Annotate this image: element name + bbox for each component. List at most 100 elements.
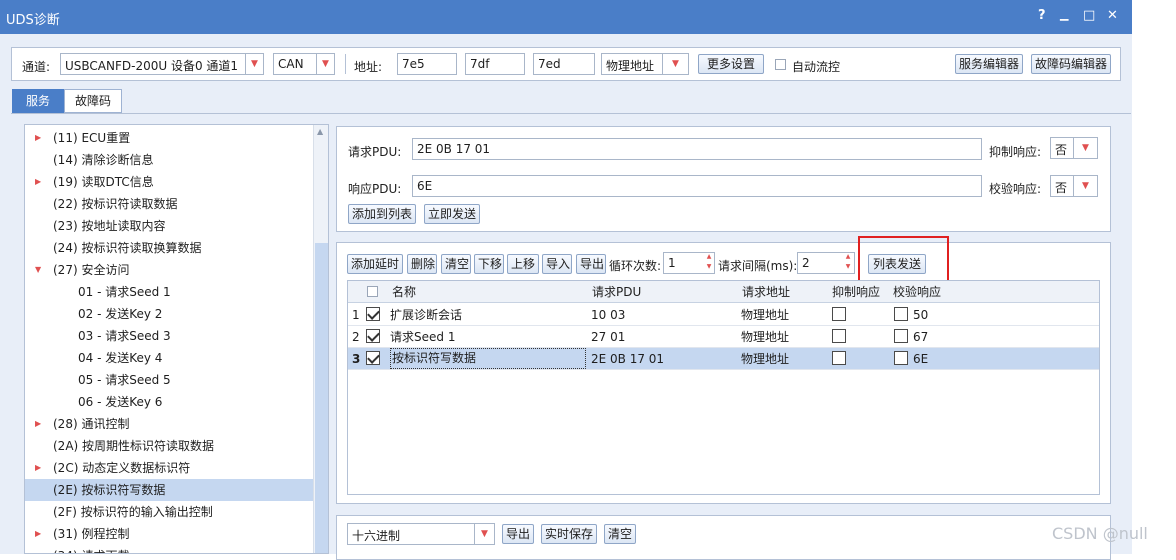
close-icon[interactable]: ✕ — [1107, 8, 1118, 23]
tree-item[interactable]: (2A) 按周期性标识符读取数据 — [25, 435, 315, 457]
delete-button[interactable]: 删除 — [407, 254, 437, 274]
row-suppress-checkbox[interactable] — [832, 307, 846, 321]
tree-item[interactable]: (14) 清除诊断信息 — [25, 149, 315, 171]
channel-select[interactable]: USBCANFD-200U 设备0 通道1 — [60, 53, 246, 75]
column-header-suppress[interactable]: 抑制响应 — [832, 281, 880, 303]
column-header-verify[interactable]: 校验响应 — [893, 281, 941, 303]
row-address[interactable]: 物理地址 — [741, 304, 789, 326]
chevron-down-icon[interactable]: ▼ — [246, 53, 264, 75]
tab-dtc[interactable]: 故障码 — [64, 89, 122, 113]
address-type-select[interactable]: 物理地址 — [601, 53, 663, 75]
tree-item[interactable]: (2E) 按标识符写数据 — [25, 479, 315, 501]
maximize-icon[interactable]: □ — [1083, 8, 1095, 23]
row-pdu[interactable]: 27 01 — [591, 326, 625, 348]
request-pdu-input[interactable]: 2E 0B 17 01 — [412, 138, 982, 160]
import-button[interactable]: 导入 — [542, 254, 572, 274]
suppress-response-select[interactable]: 否 — [1050, 137, 1074, 159]
auto-flow-checkbox[interactable] — [775, 59, 786, 70]
chevron-down-icon[interactable]: ▼ — [1074, 137, 1098, 159]
collapsed-arrow-icon[interactable]: ▶ — [35, 523, 41, 545]
export-button[interactable]: 导出 — [576, 254, 606, 274]
send-now-button[interactable]: 立即发送 — [424, 204, 480, 224]
row-suppress-checkbox[interactable] — [832, 329, 846, 343]
row-verify-checkbox[interactable] — [894, 329, 908, 343]
tree-item[interactable]: (2F) 按标识符的输入输出控制 — [25, 501, 315, 523]
more-settings-button[interactable]: 更多设置 — [698, 54, 764, 74]
output-export-button[interactable]: 导出 — [502, 524, 534, 544]
collapsed-arrow-icon[interactable]: ▶ — [35, 413, 41, 435]
stepper-arrows-icon[interactable]: ▲ ▼ — [703, 252, 715, 274]
tree-item[interactable]: (23) 按地址读取内容 — [25, 215, 315, 237]
protocol-select[interactable]: CAN — [273, 53, 317, 75]
tree-item[interactable]: ▶ (19) 读取DTC信息 — [25, 171, 315, 193]
table-row[interactable]: 3 按标识符写数据 2E 0B 17 01 物理地址 6E — [348, 348, 1099, 370]
row-verify-value[interactable]: 50 — [913, 304, 928, 326]
table-row[interactable]: 2 请求Seed 1 27 01 物理地址 67 — [348, 326, 1099, 348]
row-verify-checkbox[interactable] — [894, 307, 908, 321]
scroll-thumb[interactable] — [315, 243, 328, 553]
move-up-button[interactable]: 上移 — [507, 254, 539, 274]
row-name[interactable]: 请求Seed 1 — [390, 326, 455, 348]
tree-item[interactable]: 06 - 发送Key 6 — [25, 391, 315, 413]
tree-item[interactable]: 05 - 请求Seed 5 — [25, 369, 315, 391]
response-pdu-input[interactable]: 6E — [412, 175, 982, 197]
service-editor-button[interactable]: 服务编辑器 — [955, 54, 1023, 74]
tree-item[interactable]: (22) 按标识符读取数据 — [25, 193, 315, 215]
row-name[interactable]: 按标识符写数据 — [390, 348, 586, 369]
clear-button[interactable]: 清空 — [441, 254, 471, 274]
tree-item[interactable]: 04 - 发送Key 4 — [25, 347, 315, 369]
chevron-down-icon[interactable]: ▼ — [317, 53, 335, 75]
add-to-list-button[interactable]: 添加到列表 — [348, 204, 416, 224]
table-row[interactable]: 1 扩展诊断会话 10 03 物理地址 50 — [348, 304, 1099, 326]
collapsed-arrow-icon[interactable]: ▶ — [35, 457, 41, 479]
tree-item[interactable]: (34) 请求下载 — [25, 545, 315, 553]
response-address-input[interactable]: 7ed — [533, 53, 595, 75]
row-name[interactable]: 扩展诊断会话 — [390, 304, 462, 326]
row-suppress-checkbox[interactable] — [832, 351, 846, 365]
request-address-input[interactable]: 7e5 — [397, 53, 457, 75]
realtime-save-button[interactable]: 实时保存 — [541, 524, 597, 544]
move-down-button[interactable]: 下移 — [474, 254, 504, 274]
tree-item[interactable]: ▶ (11) ECU重置 — [25, 127, 315, 149]
chevron-down-icon[interactable]: ▼ — [1074, 175, 1098, 197]
help-icon[interactable]: ? — [1038, 8, 1046, 23]
row-verify-value[interactable]: 6E — [913, 348, 928, 370]
tree-item[interactable]: ▶ (31) 例程控制 — [25, 523, 315, 545]
tree-item[interactable]: 03 - 请求Seed 3 — [25, 325, 315, 347]
chevron-down-icon[interactable]: ▼ — [663, 53, 689, 75]
row-pdu[interactable]: 2E 0B 17 01 — [591, 348, 664, 370]
column-header-pdu[interactable]: 请求PDU — [592, 281, 641, 303]
add-delay-button[interactable]: 添加延时 — [347, 254, 403, 274]
column-header-name[interactable]: 名称 — [392, 281, 416, 303]
tab-services[interactable]: 服务 — [12, 89, 64, 113]
tree-item[interactable]: ▼ (27) 安全访问 — [25, 259, 315, 281]
tree-item[interactable]: ▶ (28) 通讯控制 — [25, 413, 315, 435]
verify-response-select[interactable]: 否 — [1050, 175, 1074, 197]
stepper-arrows-icon[interactable]: ▲ ▼ — [842, 252, 854, 274]
tree-item[interactable]: 01 - 请求Seed 1 — [25, 281, 315, 303]
format-select[interactable]: 十六进制 — [347, 523, 475, 545]
expanded-arrow-icon[interactable]: ▼ — [35, 259, 41, 281]
row-verify-checkbox[interactable] — [894, 351, 908, 365]
output-clear-button[interactable]: 清空 — [604, 524, 636, 544]
tree-item[interactable]: (24) 按标识符读取换算数据 — [25, 237, 315, 259]
chevron-down-icon[interactable]: ▼ — [475, 523, 495, 545]
row-address[interactable]: 物理地址 — [741, 326, 789, 348]
row-verify-value[interactable]: 67 — [913, 326, 928, 348]
collapsed-arrow-icon[interactable]: ▶ — [35, 127, 41, 149]
row-enabled-checkbox[interactable] — [366, 351, 380, 365]
collapsed-arrow-icon[interactable]: ▶ — [35, 171, 41, 193]
dtc-editor-button[interactable]: 故障码编辑器 — [1031, 54, 1111, 74]
tree-item[interactable]: 02 - 发送Key 2 — [25, 303, 315, 325]
row-pdu[interactable]: 10 03 — [591, 304, 625, 326]
minimize-icon[interactable]: ▁ — [1060, 8, 1068, 21]
row-enabled-checkbox[interactable] — [366, 307, 380, 321]
tree-scrollbar[interactable]: ▲ — [313, 125, 328, 553]
scroll-up-icon[interactable]: ▲ — [317, 127, 323, 136]
column-header-address[interactable]: 请求地址 — [742, 281, 790, 303]
row-enabled-checkbox[interactable] — [366, 329, 380, 343]
function-address-input[interactable]: 7df — [465, 53, 525, 75]
tree-item[interactable]: ▶ (2C) 动态定义数据标识符 — [25, 457, 315, 479]
row-address[interactable]: 物理地址 — [741, 348, 789, 370]
select-all-checkbox[interactable] — [367, 286, 378, 297]
